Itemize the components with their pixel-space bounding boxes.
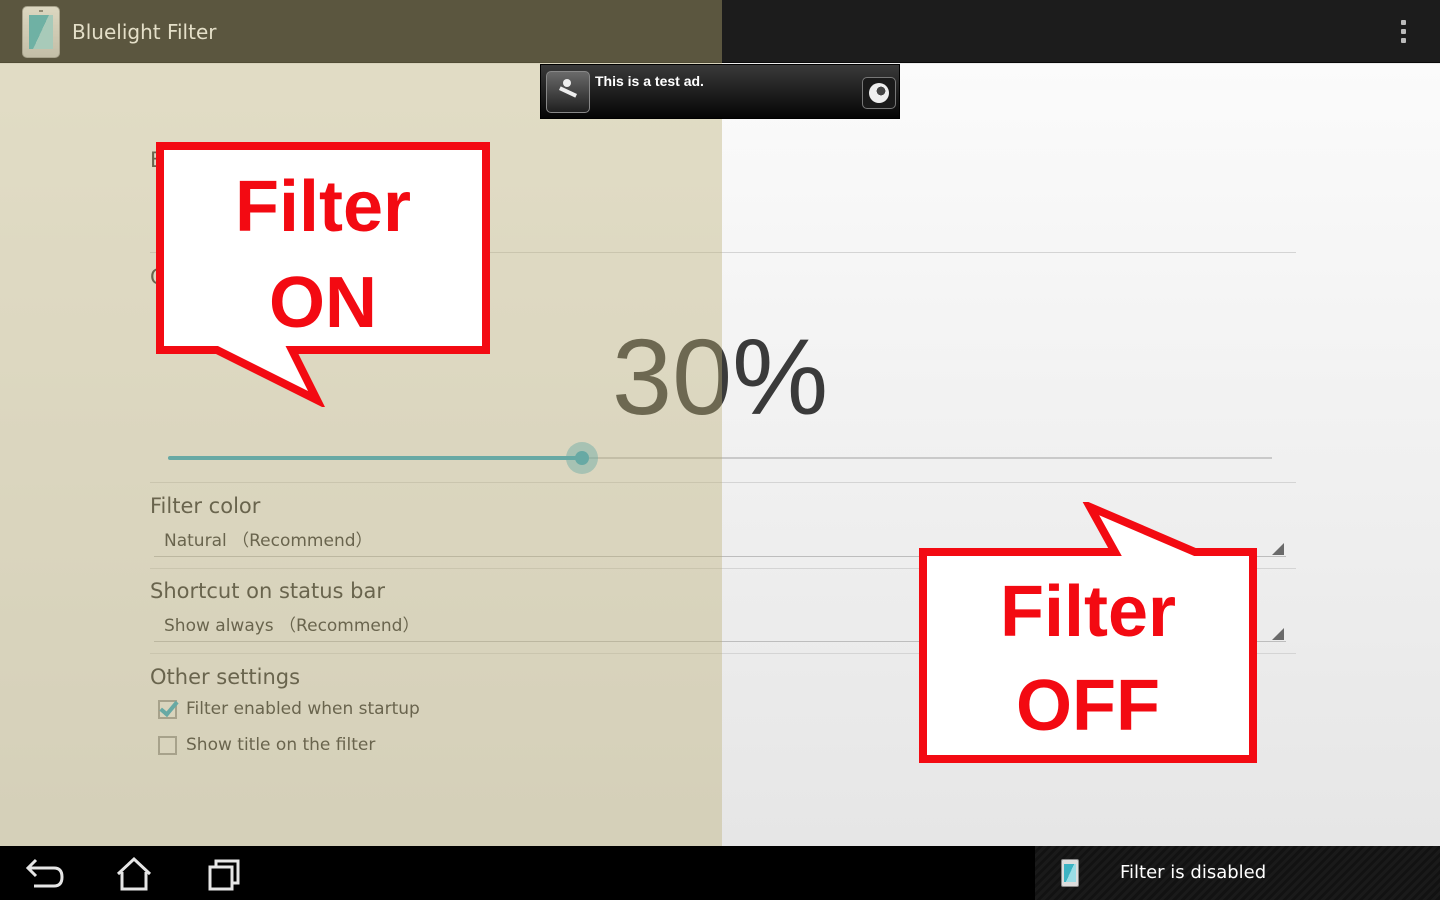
opacity-slider-thumb[interactable]: [566, 442, 598, 474]
checkmark-icon: [159, 696, 179, 718]
running-person-icon: [546, 71, 590, 113]
app-icon[interactable]: [22, 6, 60, 58]
recent-apps-icon[interactable]: [194, 856, 254, 892]
ad-banner[interactable]: This is a test ad.: [540, 64, 900, 119]
action-bar: Bluelight Filter: [0, 0, 1440, 63]
shortcut-title: Shortcut on status bar: [150, 579, 385, 603]
phone-filter-icon: [1061, 859, 1079, 887]
checkbox[interactable]: [158, 696, 179, 719]
back-icon[interactable]: [14, 856, 74, 892]
shortcut-value: Show always （Recommend）: [164, 616, 420, 636]
filter-color-value: Natural （Recommend）: [164, 531, 373, 551]
checkbox-label: Show title on the filter: [186, 735, 376, 755]
callout-off-line1: Filter: [999, 572, 1177, 652]
home-icon[interactable]: [104, 856, 164, 892]
opacity-value: 30%: [612, 316, 829, 437]
notification-text: Filter is disabled: [1120, 862, 1267, 883]
callout-filter-off: Filter OFF: [918, 502, 1258, 764]
dropdown-arrow-icon: [1272, 543, 1284, 555]
ad-text: This is a test ad.: [595, 73, 704, 89]
overflow-menu-icon[interactable]: [1398, 20, 1410, 44]
callout-filter-on: Filter ON: [155, 141, 491, 407]
status-notification[interactable]: Filter is disabled: [1035, 846, 1440, 900]
other-settings-title: Other settings: [150, 665, 301, 689]
callout-on-line2: ON: [269, 263, 377, 343]
checkbox[interactable]: [158, 736, 177, 755]
filter-color-title: Filter color: [150, 494, 261, 518]
app-title: Bluelight Filter: [72, 20, 217, 44]
opacity-slider-fill: [168, 456, 582, 460]
dropdown-arrow-icon: [1272, 628, 1284, 640]
globe-icon[interactable]: [862, 77, 896, 109]
callout-off-line2: OFF: [1016, 666, 1160, 746]
navigation-bar: Filter is disabled: [0, 846, 1440, 900]
divider: [150, 482, 1296, 483]
checkbox-label: Filter enabled when startup: [186, 699, 420, 719]
callout-on-line1: Filter: [234, 167, 412, 247]
